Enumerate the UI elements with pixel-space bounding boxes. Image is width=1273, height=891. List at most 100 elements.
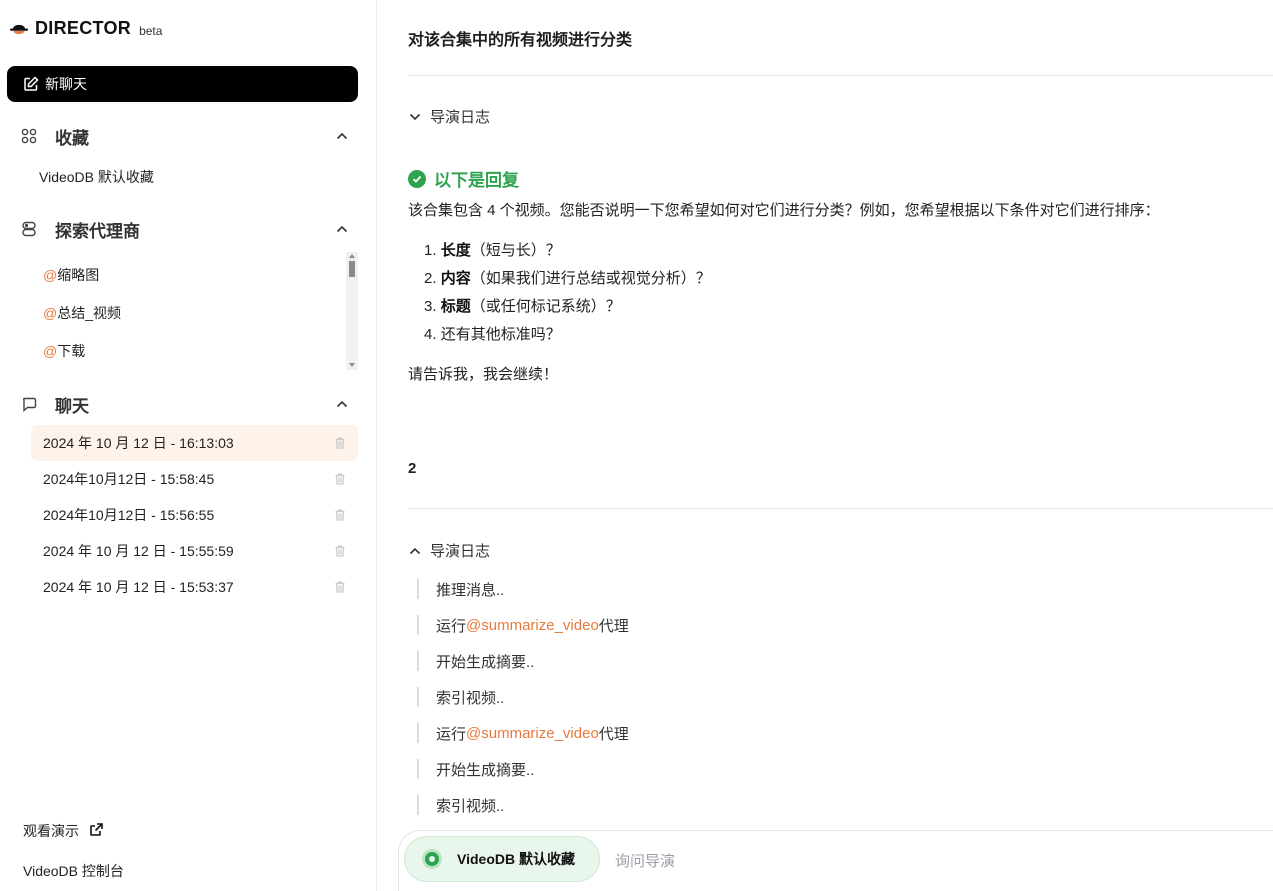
videodb-console-link[interactable]: VideoDB 控制台 [23, 861, 124, 881]
list-number: 2. [424, 270, 437, 287]
log-line: 推理消息.. [417, 579, 504, 599]
chevron-up-icon [408, 544, 422, 558]
trash-icon[interactable] [333, 580, 347, 594]
agent-name: 下载 [57, 343, 86, 359]
agent-item-download[interactable]: @下载 [43, 341, 85, 361]
list-bold: 长度 [440, 242, 471, 259]
chat-bubble-icon [20, 395, 38, 413]
agents-list: @缩略图 @总结_视频 @下载 [30, 252, 358, 370]
chat-item[interactable]: 2024年10月12日 - 15:58:45 [31, 461, 358, 497]
agents-title: 探索代理商 [55, 221, 140, 241]
page-title: 对该合集中的所有视频进行分类 [408, 32, 633, 49]
chat-input-bar: VideoDB 默认收藏 [398, 830, 1273, 891]
chat-item[interactable]: 2024 年 10 月 12 日 - 15:53:37 [31, 569, 358, 605]
agent-name: 总结_视频 [57, 305, 122, 321]
chevron-up-icon[interactable] [334, 128, 350, 144]
chats-section-header[interactable]: 聊天 [20, 392, 350, 416]
list-text: （如果我们进行总结或视觉分析）？ [470, 270, 711, 287]
watch-demo-label: 观看演示 [23, 823, 79, 839]
director-log-label: 导演日志 [430, 543, 491, 560]
reply-heading: 以下是回复 [408, 166, 519, 191]
log-text: 运行 [436, 725, 467, 743]
chat-item[interactable]: 2024年10月12日 - 15:56:55 [31, 497, 358, 533]
log-text: 代理 [598, 725, 629, 743]
list-text: （或任何标记系统）？ [470, 298, 621, 315]
trash-icon[interactable] [333, 544, 347, 558]
trash-icon[interactable] [333, 508, 347, 522]
log-agent: @summarize_video [466, 616, 599, 634]
agent-item-thumbnail[interactable]: @缩略图 [43, 265, 99, 285]
new-chat-label: 新聊天 [45, 76, 87, 92]
list-text: 还有其他标准吗？ [440, 326, 561, 343]
chevron-up-icon[interactable] [334, 396, 350, 412]
list-item: 2. 内容（如果我们进行总结或视觉分析）？ [424, 267, 711, 288]
log-line: 开始生成摘要.. [417, 651, 534, 671]
agents-section-header[interactable]: 探索代理商 [20, 217, 350, 241]
list-number: 1. [424, 242, 437, 259]
ask-director-input[interactable] [615, 849, 1215, 873]
reply-intro: 该合集包含 4 个视频。您能否说明一下您希望如何对它们进行分类？例如，您希望根据… [408, 202, 1160, 219]
list-bold: 内容 [440, 270, 471, 287]
chevron-up-icon[interactable] [334, 221, 350, 237]
log-text: 代理 [598, 617, 629, 635]
collection-selector[interactable]: VideoDB 默认收藏 [404, 836, 600, 882]
app-logo[interactable]: DIRECTOR beta [9, 18, 162, 39]
collections-section-header[interactable]: 收藏 [20, 124, 350, 148]
watch-demo-link[interactable]: 观看演示 [23, 821, 104, 841]
check-circle-icon [408, 169, 426, 188]
scrollbar-thumb[interactable] [349, 261, 355, 277]
agent-item-summarize-video[interactable]: @总结_视频 [43, 303, 121, 323]
trash-icon[interactable] [333, 436, 347, 450]
log-line: 索引视频.. [417, 795, 504, 815]
director-hat-icon [9, 19, 29, 39]
director-log-toggle[interactable]: 导演日志 [408, 540, 490, 561]
new-chat-button[interactable]: 新聊天 [7, 66, 358, 102]
agent-prefix: @ [43, 267, 58, 283]
beta-badge: beta [139, 23, 163, 38]
chat-item-label: 2024年10月12日 - 15:56:55 [43, 507, 215, 523]
reply-closing: 请告诉我，我会继续！ [408, 366, 559, 383]
chevron-down-icon [408, 110, 422, 124]
list-text: （短与长）？ [470, 242, 561, 259]
chats-title: 聊天 [55, 396, 89, 416]
reply-heading-text: 以下是回复 [434, 171, 519, 190]
sidebar: DIRECTOR beta 新聊天 收藏 VideoDB 默认收藏 探索代理商 … [0, 0, 377, 891]
scroll-up-arrow-icon[interactable] [349, 254, 355, 258]
scroll-down-arrow-icon[interactable] [349, 363, 355, 367]
list-number: 3. [424, 298, 437, 315]
log-text: 运行 [436, 617, 467, 635]
log-line: 运行 @summarize_video 代理 [417, 723, 629, 743]
log-text: 索引视频.. [436, 797, 505, 815]
collection-selector-label: VideoDB 默认收藏 [457, 851, 575, 867]
director-log-toggle[interactable]: 导演日志 [408, 106, 490, 127]
list-item: 3. 标题（或任何标记系统）？ [424, 295, 621, 316]
agent-icon [20, 220, 38, 238]
list-item: 4. 还有其他标准吗？ [424, 323, 561, 344]
agent-prefix: @ [43, 305, 58, 321]
chat-item-active[interactable]: 2024 年 10 月 12 日 - 16:13:03 [31, 425, 358, 461]
log-line: 开始生成摘要.. [417, 759, 534, 779]
chat-item-label: 2024 年 10 月 12 日 - 15:55:59 [43, 543, 234, 559]
list-bold: 标题 [440, 298, 471, 315]
divider [408, 508, 1273, 509]
log-text: 开始生成摘要.. [436, 653, 535, 671]
director-log-label: 导演日志 [430, 109, 491, 126]
log-agent: @summarize_video [466, 724, 599, 742]
chat-item-label: 2024 年 10 月 12 日 - 15:53:37 [43, 579, 234, 595]
agents-scrollbar[interactable] [346, 252, 358, 370]
trash-icon[interactable] [333, 472, 347, 486]
divider [408, 75, 1273, 76]
external-link-icon [89, 822, 104, 840]
log-text: 开始生成摘要.. [436, 761, 535, 779]
collection-item[interactable]: VideoDB 默认收藏 [39, 167, 154, 187]
list-item: 1. 长度（短与长）？ [424, 239, 561, 260]
chat-item[interactable]: 2024 年 10 月 12 日 - 15:55:59 [31, 533, 358, 569]
videodb-console-label: VideoDB 控制台 [23, 863, 124, 879]
grid-icon [20, 127, 38, 145]
log-line: 索引视频.. [417, 687, 504, 707]
collections-title: 收藏 [55, 128, 89, 148]
log-text: 推理消息.. [436, 581, 505, 599]
user-message: 2 [408, 460, 417, 477]
agent-prefix: @ [43, 343, 58, 359]
chat-main: 对该合集中的所有视频进行分类 导演日志 以下是回复 该合集包含 4 个视频。您能… [378, 0, 1273, 891]
